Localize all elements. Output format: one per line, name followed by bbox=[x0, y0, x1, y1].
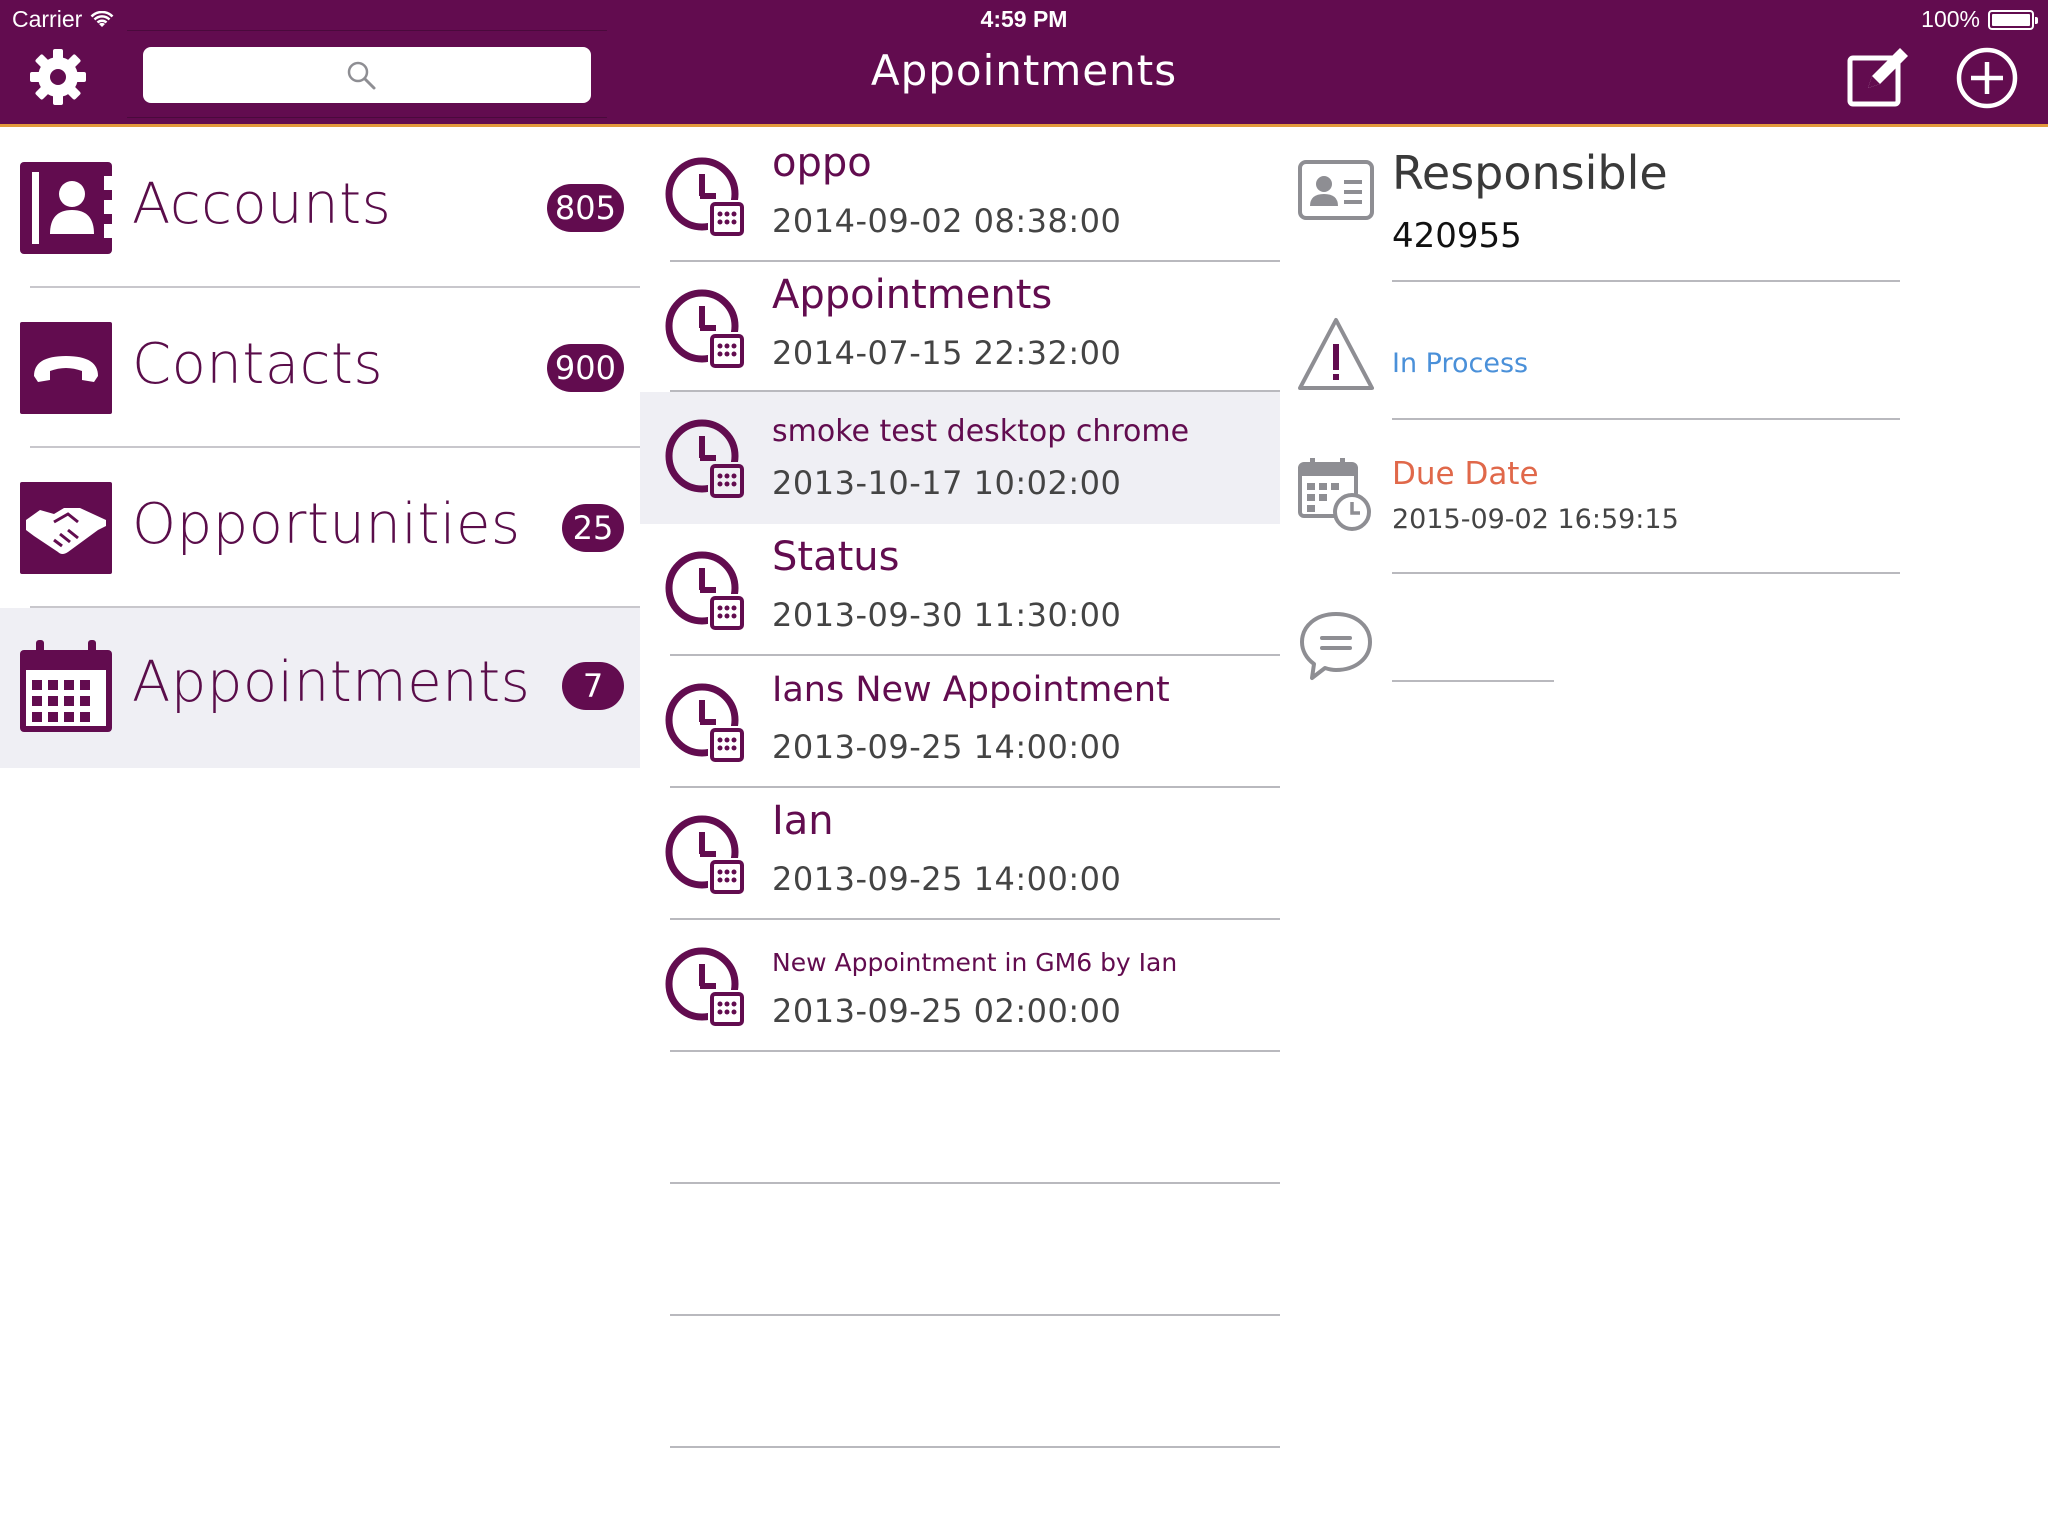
divider bbox=[1392, 572, 1900, 574]
add-circle-icon[interactable] bbox=[1955, 46, 2019, 110]
count-badge: 805 bbox=[546, 184, 624, 232]
count-badge: 25 bbox=[562, 504, 624, 552]
status-value[interactable]: In Process bbox=[1392, 348, 1528, 379]
appointment-clock-icon bbox=[665, 157, 744, 236]
appointment-date: 2013-10-17 10:02:00 bbox=[772, 464, 1122, 502]
status-battery: 100% bbox=[1921, 6, 2038, 33]
due-date-label: Due Date bbox=[1392, 456, 1539, 492]
appointment-clock-icon bbox=[665, 419, 744, 498]
divider bbox=[670, 1314, 1280, 1316]
edit-icon[interactable] bbox=[1846, 44, 1912, 108]
sidebar-item-label: Accounts bbox=[132, 172, 392, 237]
sidebar: Accounts 805 Contacts 900 Opportunities … bbox=[0, 130, 640, 1536]
handshake-icon bbox=[20, 482, 112, 574]
sidebar-item-label: Contacts bbox=[132, 332, 384, 397]
appointment-list: oppo 2014-09-02 08:38:00 Appointments 20… bbox=[640, 130, 1280, 1536]
warning-icon bbox=[1298, 318, 1374, 390]
sidebar-item-accounts[interactable]: Accounts 805 bbox=[0, 130, 640, 290]
responsible-value: 420955 bbox=[1392, 216, 1522, 256]
divider bbox=[1392, 680, 1554, 682]
comment-icon bbox=[1300, 612, 1372, 680]
gear-icon[interactable] bbox=[26, 45, 90, 109]
divider bbox=[670, 1446, 1280, 1448]
calendar-icon bbox=[20, 640, 112, 732]
detail-panel: Responsible 420955 In Process Due Date 2… bbox=[1280, 130, 2048, 1536]
appointment-date: 2013-09-30 11:30:00 bbox=[772, 596, 1122, 634]
sidebar-item-opportunities[interactable]: Opportunities 25 bbox=[0, 450, 640, 610]
appointment-clock-icon bbox=[665, 551, 744, 630]
appointment-title: oppo bbox=[772, 140, 872, 186]
divider bbox=[670, 1050, 1280, 1052]
appointment-clock-icon bbox=[665, 289, 744, 368]
search-input[interactable] bbox=[143, 47, 591, 103]
accounts-icon bbox=[20, 162, 112, 254]
list-item[interactable]: New Appointment in GM6 by Ian 2013-09-25… bbox=[640, 920, 1280, 1052]
sidebar-item-appointments[interactable]: Appointments 7 bbox=[0, 608, 640, 768]
appointment-date: 2014-09-02 08:38:00 bbox=[772, 202, 1122, 240]
appointment-title: Status bbox=[772, 534, 900, 580]
sidebar-item-contacts[interactable]: Contacts 900 bbox=[0, 290, 640, 450]
appointment-title: Ian bbox=[772, 798, 834, 844]
appointment-clock-icon bbox=[665, 815, 744, 894]
appointment-date: 2013-09-25 14:00:00 bbox=[772, 728, 1122, 766]
count-badge: 900 bbox=[546, 344, 624, 392]
navigation-bar: Carrier 4:59 PM 100% Appointments bbox=[0, 0, 2048, 127]
count-badge: 7 bbox=[562, 662, 624, 710]
list-item[interactable]: oppo 2014-09-02 08:38:00 bbox=[640, 130, 1280, 262]
appointment-title: Appointments bbox=[772, 272, 1053, 318]
appointment-date: 2013-09-25 14:00:00 bbox=[772, 860, 1122, 898]
list-item[interactable]: smoke test desktop chrome 2013-10-17 10:… bbox=[640, 392, 1280, 524]
search-bar bbox=[127, 30, 607, 118]
list-item[interactable]: Ians New Appointment 2013-09-25 14:00:00 bbox=[640, 656, 1280, 788]
appointment-date: 2013-09-25 02:00:00 bbox=[772, 992, 1122, 1030]
divider bbox=[670, 1182, 1280, 1184]
appointment-title: New Appointment in GM6 by Ian bbox=[772, 948, 1178, 977]
sidebar-item-label: Opportunities bbox=[132, 492, 521, 557]
id-card-icon bbox=[1298, 160, 1374, 220]
divider bbox=[30, 286, 640, 288]
battery-percent: 100% bbox=[1921, 6, 1980, 32]
battery-icon bbox=[1988, 9, 2038, 30]
phone-icon bbox=[20, 322, 112, 414]
sidebar-item-label: Appointments bbox=[132, 650, 531, 715]
list-item[interactable]: Ian 2013-09-25 14:00:00 bbox=[640, 788, 1280, 920]
calendar-clock-icon bbox=[1298, 458, 1371, 531]
divider bbox=[1392, 280, 1900, 282]
appointment-title: Ians New Appointment bbox=[772, 670, 1170, 710]
list-item[interactable]: Status 2013-09-30 11:30:00 bbox=[640, 524, 1280, 656]
appointment-clock-icon bbox=[665, 947, 744, 1026]
divider bbox=[1392, 418, 1900, 420]
status-time: 4:59 PM bbox=[980, 6, 1068, 32]
note-field[interactable] bbox=[1392, 628, 1554, 676]
responsible-label: Responsible bbox=[1392, 146, 1668, 200]
due-date-value[interactable]: 2015-09-02 16:59:15 bbox=[1392, 504, 1679, 535]
appointment-clock-icon bbox=[665, 683, 744, 762]
appointment-title: smoke test desktop chrome bbox=[772, 414, 1190, 449]
divider bbox=[30, 446, 640, 448]
list-item[interactable]: Appointments 2014-07-15 22:32:00 bbox=[640, 262, 1280, 394]
appointment-date: 2014-07-15 22:32:00 bbox=[772, 334, 1122, 372]
